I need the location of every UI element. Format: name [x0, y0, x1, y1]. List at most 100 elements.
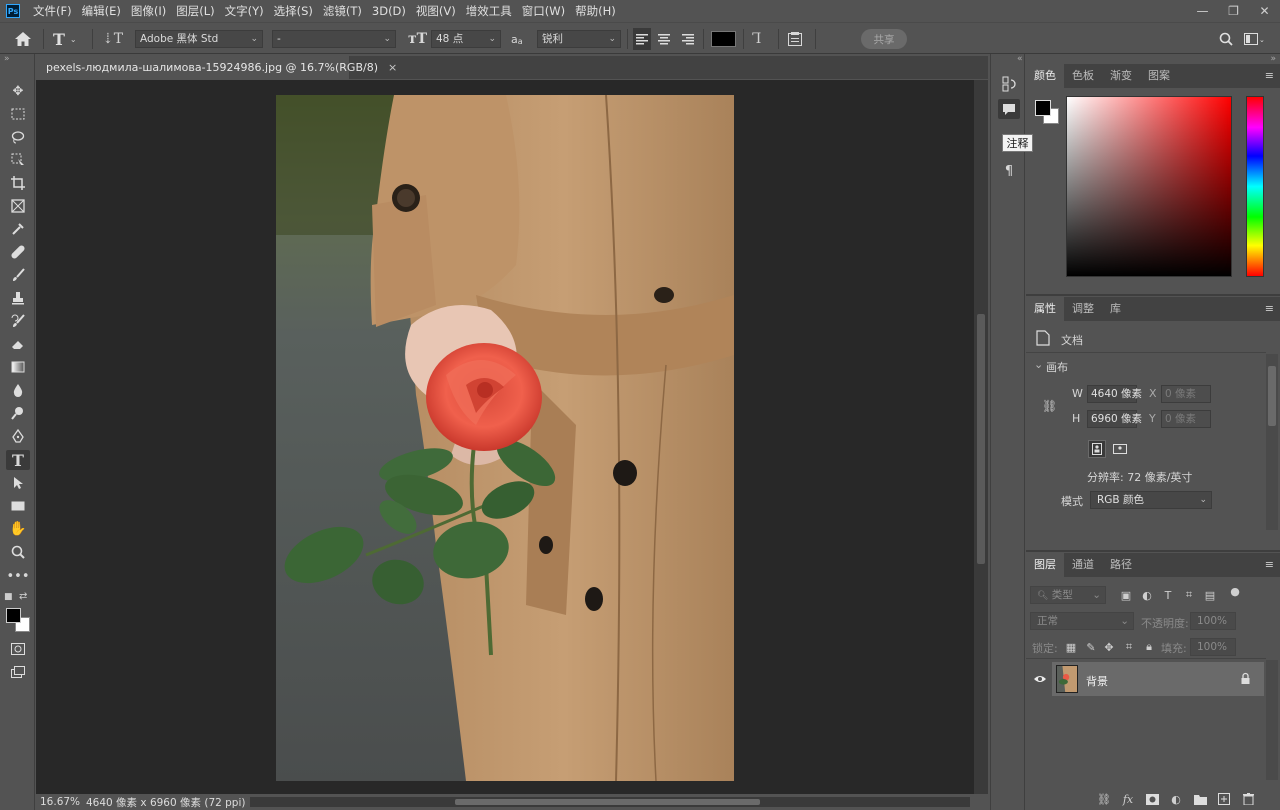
layer-row[interactable]: [1052, 662, 1264, 696]
color-panel-menu-icon[interactable]: ≡: [1265, 64, 1274, 88]
gradient-tool-icon[interactable]: [6, 357, 30, 377]
portrait-orientation-icon[interactable]: [1088, 440, 1106, 458]
filter-adjustment-icon[interactable]: ◐: [1140, 588, 1154, 602]
tab-swatches[interactable]: 色板: [1064, 64, 1102, 88]
screen-mode-icon[interactable]: [6, 662, 30, 682]
align-center-icon[interactable]: [658, 23, 670, 55]
share-button[interactable]: 共享: [861, 29, 907, 49]
foreground-color-swatch[interactable]: [6, 608, 21, 623]
quick-mask-icon[interactable]: [6, 639, 30, 659]
tab-properties[interactable]: 属性: [1026, 297, 1064, 321]
blur-tool-icon[interactable]: [6, 380, 30, 400]
link-layers-icon[interactable]: ⛓: [1096, 791, 1112, 807]
fill-field[interactable]: 100%: [1190, 638, 1236, 656]
type-tool-icon[interactable]: T: [6, 450, 30, 470]
zoom-level[interactable]: 16.67%: [40, 796, 84, 808]
new-layer-icon[interactable]: [1216, 791, 1232, 807]
delete-layer-icon[interactable]: [1240, 791, 1256, 807]
canvas-area[interactable]: [36, 80, 974, 794]
brush-tool-icon[interactable]: [6, 265, 30, 285]
tab-adjustments[interactable]: 调整: [1064, 297, 1102, 321]
restore-button[interactable]: ❐: [1218, 0, 1249, 22]
properties-scrollbar[interactable]: [1266, 354, 1278, 530]
marquee-tool-icon[interactable]: [6, 104, 30, 124]
warp-text-icon[interactable]: Ꞁ: [752, 23, 761, 55]
comments-panel-icon[interactable]: [998, 99, 1020, 119]
align-left-icon[interactable]: [633, 28, 651, 50]
font-size-select[interactable]: 48 点 ⌄: [431, 30, 501, 48]
tab-gradients[interactable]: 渐变: [1102, 64, 1140, 88]
color-panel-foreground-swatch[interactable]: [1035, 100, 1051, 116]
more-tools-icon[interactable]: •••: [6, 566, 30, 586]
font-style-select[interactable]: - ⌄: [272, 30, 396, 48]
color-hue-slider[interactable]: [1246, 96, 1264, 277]
eyedropper-tool-icon[interactable]: [6, 219, 30, 239]
crop-tool-icon[interactable]: [6, 173, 30, 193]
menu-layer[interactable]: 图层(L): [171, 0, 219, 22]
menu-file[interactable]: 文件(F): [28, 0, 77, 22]
type-tool-preset-icon[interactable]: T ⌄: [53, 23, 77, 55]
eye-icon[interactable]: [1033, 672, 1047, 686]
vertical-scrollbar[interactable]: [974, 80, 988, 794]
filter-type-icon[interactable]: T: [1161, 588, 1175, 602]
collapse-panels-icon[interactable]: »: [1270, 54, 1276, 64]
filter-smart-object-icon[interactable]: ▤: [1203, 588, 1217, 602]
document-tab[interactable]: pexels-людмила-шалимова-15924986.jpg @ 1…: [36, 56, 397, 79]
tab-channels[interactable]: 通道: [1064, 553, 1102, 577]
history-panel-icon[interactable]: [998, 74, 1020, 94]
x-field[interactable]: 0 像素: [1161, 385, 1211, 403]
tab-layers[interactable]: 图层: [1026, 553, 1064, 577]
lock-transparent-icon[interactable]: ▦: [1064, 640, 1078, 654]
lock-artboard-icon[interactable]: ⌗: [1122, 640, 1136, 654]
font-family-select[interactable]: Adobe 黑体 Std ⌄: [135, 30, 263, 48]
new-adjustment-layer-icon[interactable]: ◐: [1168, 791, 1184, 807]
width-field[interactable]: 4640 像素: [1087, 385, 1142, 403]
history-brush-tool-icon[interactable]: [6, 311, 30, 331]
height-field[interactable]: 6960 像素: [1087, 410, 1142, 428]
expand-panels-icon[interactable]: «: [1017, 54, 1023, 64]
menu-edit[interactable]: 编辑(E): [77, 0, 126, 22]
minimize-button[interactable]: —: [1187, 0, 1218, 22]
menu-help[interactable]: 帮助(H): [570, 0, 621, 22]
antialias-select[interactable]: 锐利 ⌄: [537, 30, 621, 48]
clone-stamp-tool-icon[interactable]: [6, 288, 30, 308]
properties-panel-menu-icon[interactable]: ≡: [1265, 297, 1274, 321]
tab-libraries[interactable]: 库: [1102, 297, 1129, 321]
zoom-tool-icon[interactable]: [6, 542, 30, 562]
blend-mode-select[interactable]: 正常 ⌄: [1030, 612, 1134, 630]
document-image[interactable]: [276, 95, 734, 781]
layer-name[interactable]: 背景: [1086, 673, 1108, 689]
menu-type[interactable]: 文字(Y): [220, 0, 269, 22]
lock-position-icon[interactable]: ✥: [1102, 640, 1116, 654]
color-mode-select[interactable]: RGB 颜色 ⌄: [1090, 491, 1212, 509]
frame-tool-icon[interactable]: [6, 196, 30, 216]
chevron-down-icon[interactable]: ⌄: [1034, 358, 1043, 371]
layer-lock-icon[interactable]: [1240, 672, 1252, 686]
lock-image-icon[interactable]: ✎: [1084, 640, 1098, 654]
menu-window[interactable]: 窗口(W): [517, 0, 570, 22]
opacity-field[interactable]: 100%: [1190, 612, 1236, 630]
link-icon[interactable]: ⛓: [1042, 399, 1057, 413]
search-icon[interactable]: [1219, 23, 1233, 55]
align-right-icon[interactable]: [682, 23, 694, 55]
object-selection-tool-icon[interactable]: [6, 150, 30, 170]
menu-plugins[interactable]: 增效工具: [461, 0, 517, 22]
menu-view[interactable]: 视图(V): [411, 0, 461, 22]
pen-tool-icon[interactable]: [6, 426, 30, 446]
add-mask-icon[interactable]: [1144, 791, 1160, 807]
healing-brush-tool-icon[interactable]: [6, 242, 30, 262]
lock-all-icon[interactable]: 🔒︎: [1142, 640, 1156, 654]
color-saturation-brightness-field[interactable]: [1066, 96, 1232, 277]
close-button[interactable]: ✕: [1249, 0, 1280, 22]
rectangle-tool-icon[interactable]: [6, 496, 30, 516]
landscape-orientation-icon[interactable]: [1111, 440, 1129, 458]
tab-patterns[interactable]: 图案: [1140, 64, 1178, 88]
filter-shape-icon[interactable]: ⌗: [1182, 588, 1196, 602]
hand-tool-icon[interactable]: ✋: [6, 519, 30, 539]
move-tool-icon[interactable]: ✥: [6, 81, 30, 101]
character-panel-icon[interactable]: [788, 23, 802, 55]
filter-pixel-icon[interactable]: ▣: [1119, 588, 1133, 602]
layer-filter-kind-select[interactable]: 🔍︎ 类型 ⌄: [1030, 586, 1106, 604]
tab-paths[interactable]: 路径: [1102, 553, 1140, 577]
text-color-swatch[interactable]: [711, 31, 736, 47]
